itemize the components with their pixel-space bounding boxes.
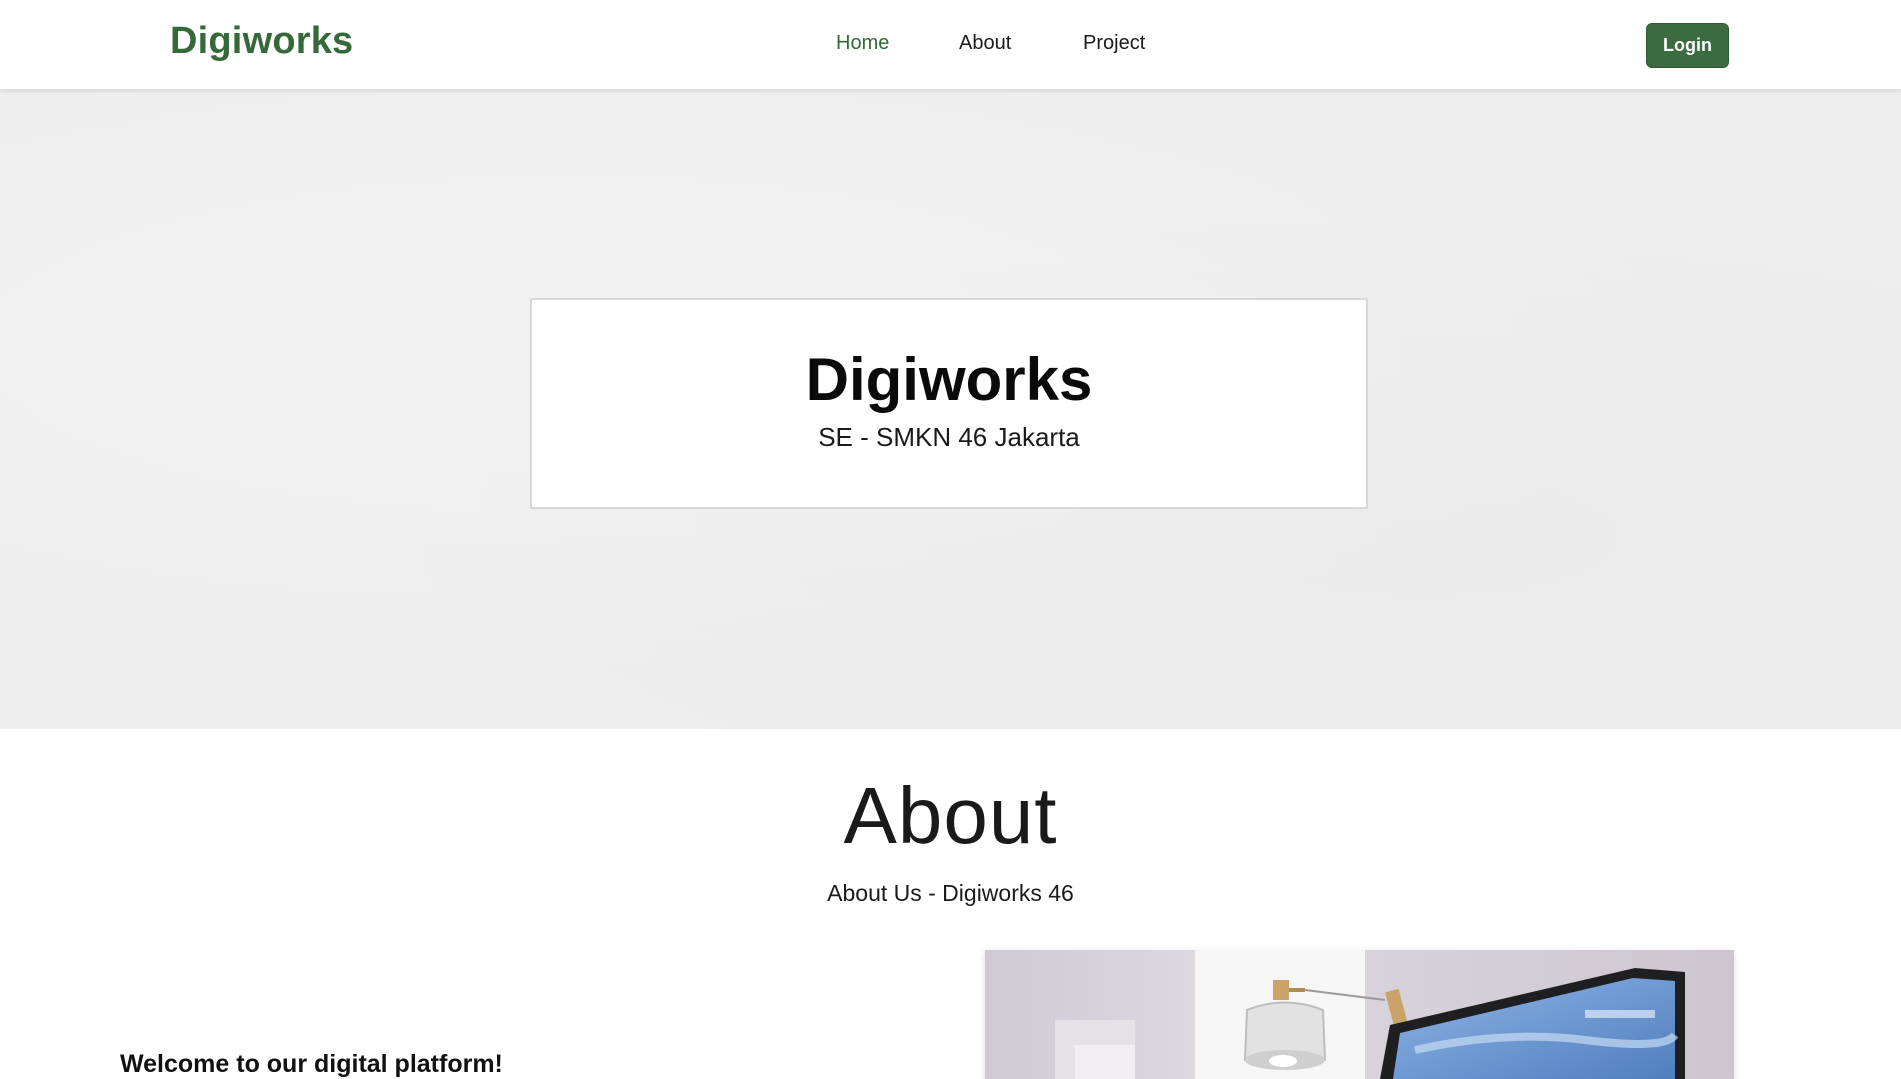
login-button[interactable]: Login bbox=[1646, 23, 1729, 68]
welcome-text: Welcome to our digital platform! bbox=[120, 1050, 503, 1078]
hero-title: Digiworks bbox=[805, 346, 1093, 413]
about-image bbox=[985, 950, 1734, 1079]
about-heading: About bbox=[843, 771, 1058, 860]
navbar: Digiworks Home About Project Login bbox=[0, 0, 1901, 89]
desk-lamp-laptop-icon bbox=[985, 950, 1734, 1079]
about-subheading: About Us - Digiworks 46 bbox=[827, 880, 1074, 906]
brand-logo[interactable]: Digiworks bbox=[170, 20, 353, 63]
nav-link-home[interactable]: Home bbox=[836, 32, 889, 55]
hero-card: Digiworks SE - SMKN 46 Jakarta bbox=[530, 298, 1368, 509]
hero-section: Digiworks SE - SMKN 46 Jakarta bbox=[0, 89, 1901, 729]
nav-link-project[interactable]: Project bbox=[1083, 32, 1145, 55]
hero-subtitle: SE - SMKN 46 Jakarta bbox=[818, 422, 1080, 452]
nav-link-about[interactable]: About bbox=[959, 32, 1011, 55]
